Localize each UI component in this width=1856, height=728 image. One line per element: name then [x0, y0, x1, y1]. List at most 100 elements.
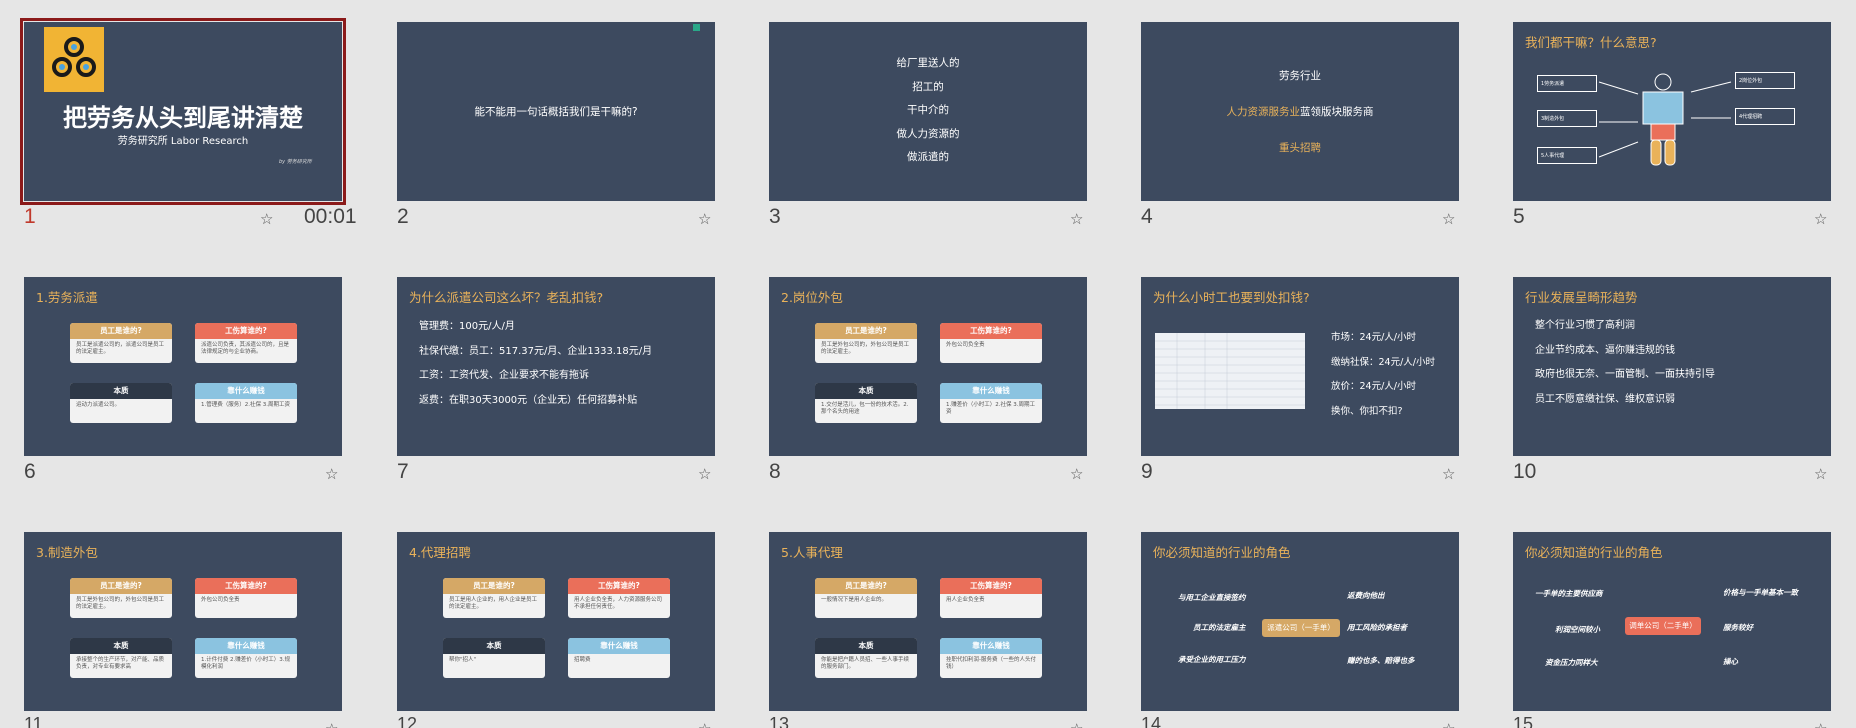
role-text: 利润空间较小 [1555, 625, 1600, 634]
star-icon[interactable]: ☆ [260, 210, 273, 228]
slide-8-canvas: 2.岗位外包 员工是谁的? 员工是外包公司的，外包公司是员工的法定雇主。 工伤算谁… [769, 277, 1087, 456]
slide-thumbnail-5[interactable]: 我们都干嘛？什么意思? 1劳务派遣 3制造外包 5人事代理 2岗位外包 4代理招… [1513, 22, 1856, 252]
info-card: 靠什么赚钱 招聘费 [568, 638, 670, 678]
slide-number: 6 [24, 460, 36, 483]
slide-number: 7 [397, 460, 409, 483]
slide-9-title: 为什么小时工也要到处扣钱? [1153, 290, 1310, 305]
slide-3-line: 干中介的 [907, 104, 949, 116]
person-figure-icon [1598, 73, 1732, 166]
slide-thumbnail-3[interactable]: 给厂里送人的 招工的 干中介的 做人力资源的 做派遣的 3 ☆ [769, 22, 1141, 252]
role-text: 与用工企业直接签约 [1178, 593, 1246, 602]
star-icon[interactable]: ☆ [698, 465, 711, 483]
slide-thumbnail-9[interactable]: 为什么小时工也要到处扣钱? 市场：24元/人/小时 缴纳社保：24元/人/小时 … [1141, 277, 1513, 507]
slide-11-canvas: 3.制造外包 员工是谁的? 员工是外包公司的，外包公司是员工的法定雇主。 工伤算谁… [24, 532, 342, 711]
info-card: 靠什么赚钱 1.赚差价（小时工）2.社保 3.周期工资 [940, 383, 1042, 423]
info-card: 靠什么赚钱 1.计件付费 2.赚差价（小时工）3.规模化利润 [195, 638, 297, 678]
slide-3-canvas: 给厂里送人的 招工的 干中介的 做人力资源的 做派遣的 [769, 22, 1087, 201]
slide-9-line: 缴纳社保：24元/人/小时 [1331, 356, 1435, 368]
slide-thumbnail-2[interactable]: 能不能用一句话概括我们是干嘛的? 2 ☆ [397, 22, 769, 252]
slide-13-title: 5.人事代理 [781, 545, 843, 560]
slide-thumbnail-11[interactable]: 3.制造外包 员工是谁的? 员工是外包公司的，外包公司是员工的法定雇主。 工伤算谁… [24, 532, 396, 728]
slide-number: 8 [769, 460, 781, 483]
slide-number: 10 [1513, 460, 1537, 483]
slide-15-title: 你必须知道的行业的角色 [1525, 545, 1663, 560]
slide-thumbnail-13[interactable]: 5.人事代理 员工是谁的? 一般情况下是用人企业的。 工伤算谁的? 用人企业负全责 … [769, 532, 1141, 728]
star-icon[interactable]: ☆ [1442, 465, 1455, 483]
role-pill: 调单公司（二手单） [1625, 617, 1701, 635]
info-card: 工伤算谁的? 外包公司负全责 [195, 578, 297, 618]
info-card: 工伤算谁的? 用人企业负全责 [940, 578, 1042, 618]
slide-3-line: 招工的 [912, 80, 944, 93]
slide-thumbnail-14[interactable]: 你必须知道的行业的角色 与用工企业直接签约 员工的法定雇主 承受企业的用工压力 … [1141, 532, 1513, 728]
slide-number: 1 [24, 205, 36, 228]
slide-14-canvas: 你必须知道的行业的角色 与用工企业直接签约 员工的法定雇主 承受企业的用工压力 … [1141, 532, 1459, 711]
slide-number: 13 [769, 714, 790, 728]
info-card: 本质 你能是把户籍人员招、一些人事手续的服务部门。 [815, 638, 917, 678]
info-card: 靠什么赚钱 1.管理费（服务）2.社保 3.周期工资 [195, 383, 297, 423]
slide-thumbnail-1[interactable]: 把劳务从头到尾讲清楚 劳务研究所 Labor Research by 劳务研究所… [20, 18, 396, 252]
slide-2-text: 能不能用一句话概括我们是干嘛的? [474, 106, 638, 118]
slide-10-line: 员工不愿意缴社保、维权意识弱 [1535, 393, 1675, 405]
slide-thumbnail-4[interactable]: 劳务行业 人力资源服务业蓝领版块服务商 重头招聘 4 ☆ [1141, 22, 1513, 252]
slide-6-canvas: 1.劳务派遣 员工是谁的? 员工是派遣公司的，派遣公司是员工的法定雇主。 工伤算谁… [24, 277, 342, 456]
slide-1-subtitle: 劳务研究所 Labor Research [117, 136, 249, 147]
role-text: 承受企业的用工压力 [1178, 655, 1246, 664]
info-card: 本质 帮你"招人" [443, 638, 545, 678]
info-card: 员工是谁的? 员工是派遣公司的，派遣公司是员工的法定雇主。 [70, 323, 172, 363]
star-icon[interactable]: ☆ [1442, 720, 1455, 728]
slide-thumbnail-7[interactable]: 为什么派遣公司这么坏？老乱扣钱? 管理费：100元/人/月 社保代缴：员工：51… [397, 277, 769, 507]
slide-number: 14 [1141, 714, 1162, 728]
slide-thumbnail-6[interactable]: 1.劳务派遣 员工是谁的? 员工是派遣公司的，派遣公司是员工的法定雇主。 工伤算谁… [24, 277, 396, 507]
role-text: 返费向他出 [1347, 591, 1385, 600]
slide-duration: 00:01 [304, 205, 357, 228]
slide-thumbnail-15[interactable]: 你必须知道的行业的角色 一手单的主要供应商 利润空间较小 资金压力同样大 价格与… [1513, 532, 1856, 728]
slide-number: 2 [397, 205, 409, 228]
info-card: 员工是谁的? 一般情况下是用人企业的。 [815, 578, 917, 618]
star-icon[interactable]: ☆ [325, 465, 338, 483]
slide-4-rest: 蓝领版块服务商 [1300, 106, 1374, 118]
slide-10-line: 企业节约成本、逼你赚违规的钱 [1535, 344, 1675, 356]
slide-7-title: 为什么派遣公司这么坏？老乱扣钱? [409, 290, 604, 305]
star-icon[interactable]: ☆ [1070, 720, 1083, 728]
slide-4-accent: 人力资源服务业 [1226, 106, 1301, 118]
star-icon[interactable]: ☆ [1814, 210, 1827, 228]
info-card: 靠什么赚钱 挂职代扣利润-服务费（一些的人头付钱） [940, 638, 1042, 678]
slide-7-line: 工资：工资代发、企业要求不能有拖诉 [419, 370, 589, 381]
star-icon[interactable]: ☆ [698, 720, 711, 728]
slide-number: 15 [1513, 714, 1534, 728]
slide-number: 12 [397, 714, 418, 728]
slide-3-line: 给厂里送人的 [896, 57, 960, 69]
slide-9-line: 市场：24元/人/小时 [1331, 332, 1416, 343]
star-icon[interactable]: ☆ [1442, 210, 1455, 228]
slide-8-title: 2.岗位外包 [781, 290, 843, 305]
role-text: 用工风险的承担者 [1347, 623, 1407, 632]
star-icon[interactable]: ☆ [1070, 210, 1083, 228]
role-text: 服务较好 [1723, 623, 1753, 632]
star-icon[interactable]: ☆ [1814, 465, 1827, 483]
role-text: 资金压力同样大 [1545, 658, 1598, 667]
slide-1-canvas: 把劳务从头到尾讲清楚 劳务研究所 Labor Research by 劳务研究所 [20, 18, 346, 205]
slide-1-byline: by 劳务研究所 [279, 159, 312, 165]
info-card: 员工是谁的? 员工是外包公司的，外包公司是员工的法定雇主。 [815, 323, 917, 363]
slide-7-line: 返费：在职30天3000元（企业无）任何招募补贴 [419, 394, 638, 406]
info-card: 本质 运动力派遣公司。 [70, 383, 172, 423]
slide-thumbnail-10[interactable]: 行业发展呈畸形趋势 整个行业习惯了高利润 企业节约成本、逼你赚违规的钱 政府也很… [1513, 277, 1856, 507]
star-icon[interactable]: ☆ [1070, 465, 1083, 483]
info-card: 工伤算谁的? 用人企业负全责，人力资源服务公司不承担任何责任。 [568, 578, 670, 618]
info-card: 员工是谁的? 员工是用人企业的，用人企业是员工的法定雇主。 [443, 578, 545, 618]
slide-thumbnail-12[interactable]: 4.代理招聘 员工是谁的? 员工是用人企业的，用人企业是员工的法定雇主。 工伤算谁… [397, 532, 769, 728]
star-icon[interactable]: ☆ [325, 720, 338, 728]
star-icon[interactable]: ☆ [1814, 720, 1827, 728]
marker-icon [693, 24, 700, 31]
slide-thumbnail-8[interactable]: 2.岗位外包 员工是谁的? 员工是外包公司的，外包公司是员工的法定雇主。 工伤算谁… [769, 277, 1141, 507]
slide-7-line: 管理费：100元/人/月 [419, 321, 515, 332]
role-text: 一手单的主要供应商 [1535, 589, 1603, 598]
slide-number: 9 [1141, 460, 1153, 483]
role-text: 赚的也多、赔得也多 [1347, 656, 1415, 665]
info-card: 工伤算谁的? 派遣公司负责，其派遣公司的，且是法律规定的与企业协商。 [195, 323, 297, 363]
slide-3-line: 做人力资源的 [896, 127, 960, 140]
slide-number: 5 [1513, 205, 1525, 228]
slide-7-line: 社保代缴：员工：517.37元/月、企业1333.18元/月 [419, 345, 653, 357]
star-icon[interactable]: ☆ [698, 210, 711, 228]
role-text: 操心 [1723, 657, 1738, 666]
